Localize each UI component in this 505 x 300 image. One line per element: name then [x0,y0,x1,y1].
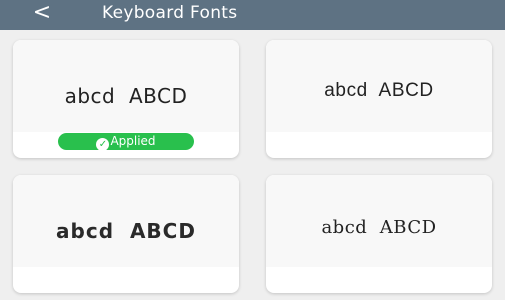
applied-badge: ✓ Applied [58,133,194,151]
font-preview-text: abcd ABCD [64,84,188,108]
font-card-2[interactable]: abcd ABCD [266,40,492,158]
app-bar: < Keyboard Fonts [0,0,505,30]
font-preview-text: abcd ABCD [56,219,196,243]
check-circle-icon: ✓ [96,138,110,151]
applied-label: Applied [110,134,156,148]
font-card-3[interactable]: abcd ABCD [13,175,239,293]
font-preview-text: abcd ABCD [321,217,437,238]
font-card-1[interactable]: abcd ABCD ✓ Applied [13,40,239,158]
font-card-4[interactable]: abcd ABCD [266,175,492,293]
page-title: Keyboard Fonts [102,3,238,23]
back-arrow-icon[interactable]: < [28,1,56,27]
font-preview-text: abcd ABCD [324,80,434,101]
